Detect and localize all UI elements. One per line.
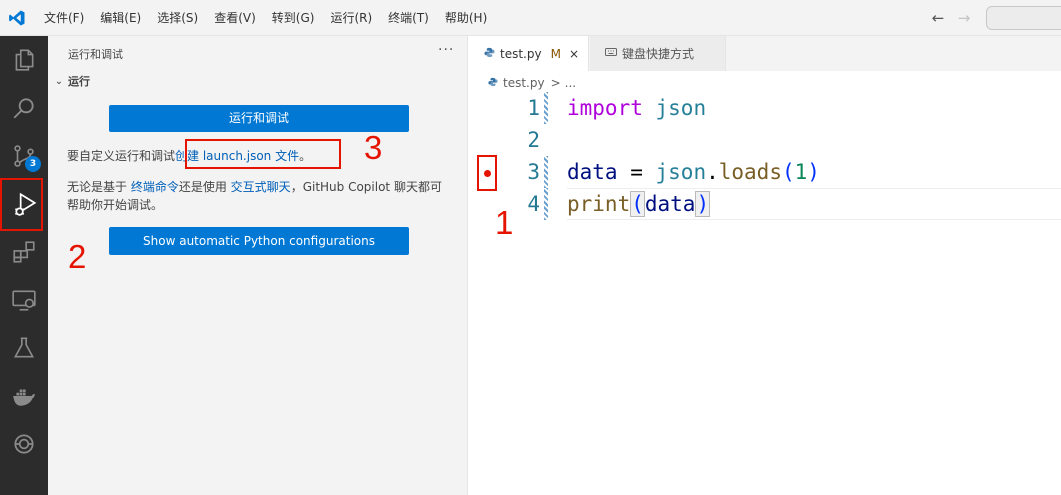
more-actions-icon[interactable]: ··· xyxy=(438,42,454,58)
code-text: print(data) xyxy=(567,188,711,220)
code-line[interactable]: 3 data = json.loads(1) xyxy=(468,156,1061,188)
code-text: data = json.loads(1) xyxy=(567,156,820,188)
copilot-hint-text-b: 还是使用 xyxy=(178,180,231,194)
keyboard-icon xyxy=(604,47,618,60)
code-token: = xyxy=(617,160,656,184)
title-bar: 文件(F) 编辑(E) 选择(S) 查看(V) 转到(G) 运行(R) 终端(T… xyxy=(0,0,1061,36)
code-token: data xyxy=(567,160,618,184)
breadcrumb: test.py > ... xyxy=(468,72,576,94)
command-center-search[interactable] xyxy=(986,6,1061,30)
line-number: 2 xyxy=(527,128,540,152)
code-line[interactable]: 4 print(data) xyxy=(468,188,1061,220)
chevron-down-icon: ⌄ xyxy=(54,75,64,87)
menu-bar: 文件(F) 编辑(E) 选择(S) 查看(V) 转到(G) 运行(R) 终端(T… xyxy=(36,0,495,36)
copilot-icon xyxy=(14,434,34,454)
line-number: 3 xyxy=(527,160,540,184)
search-icon xyxy=(13,98,34,119)
run-debug-sidebar: 运行和调试 ··· ⌄ 运行 运行和调试 要自定义运行和调试创建 launch.… xyxy=(48,36,468,495)
annotation-number-1: 1 xyxy=(495,204,514,241)
menu-help[interactable]: 帮助(H) xyxy=(437,6,495,30)
code-text: import json xyxy=(567,92,706,124)
breadcrumb-symbols[interactable]: ... xyxy=(565,76,576,90)
code-token: loads xyxy=(718,160,782,184)
code-token: json xyxy=(655,160,707,184)
tab-keyboard-shortcuts-label: 键盘快捷方式 xyxy=(622,47,695,61)
testing-flask-icon xyxy=(13,337,35,358)
vscode-window: 文件(F) 编辑(E) 选择(S) 查看(V) 转到(G) 运行(R) 终端(T… xyxy=(0,0,1061,495)
code-token: . xyxy=(706,160,719,184)
line-change-marker xyxy=(544,156,548,188)
run-and-debug-button[interactable]: 运行和调试 xyxy=(109,105,409,132)
code-token: print xyxy=(567,192,631,216)
extensions-icon xyxy=(13,241,35,263)
customize-hint-text: 要自定义运行和调试 xyxy=(67,149,176,163)
code-line[interactable]: 1 import json xyxy=(468,92,1061,124)
menu-go[interactable]: 转到(G) xyxy=(264,6,323,30)
terminal-command-link[interactable]: 终端命令 xyxy=(131,180,179,194)
code-token: ( xyxy=(630,191,645,217)
annotation-number-2: 2 xyxy=(68,238,87,275)
run-section-header[interactable]: ⌄ 运行 xyxy=(52,72,90,90)
copilot-hint-text-a: 无论是基于 xyxy=(67,180,131,194)
breadcrumb-separator: > xyxy=(550,76,561,90)
remote-explorer-icon xyxy=(12,290,36,311)
copilot-hint: 无论是基于 终端命令还是使用 交互式聊天，GitHub Copilot 聊天都可… xyxy=(67,178,452,214)
activity-bar: 3 xyxy=(0,36,48,495)
nav-back-icon[interactable]: ← xyxy=(929,8,947,28)
menu-selection[interactable]: 选择(S) xyxy=(149,6,206,30)
code-token: 1 xyxy=(794,160,808,184)
menu-view[interactable]: 查看(V) xyxy=(206,6,264,30)
annotation-box-launch-link xyxy=(185,139,341,169)
code-token: data xyxy=(644,192,696,216)
interactive-chat-link[interactable]: 交互式聊天 xyxy=(231,180,291,194)
annotation-number-3: 3 xyxy=(364,129,383,166)
menu-run[interactable]: 运行(R) xyxy=(322,6,380,30)
vscode-logo-icon xyxy=(9,10,25,26)
testing-button[interactable] xyxy=(0,324,48,372)
source-control-button[interactable] xyxy=(0,132,48,180)
close-tab-icon[interactable]: × xyxy=(569,47,579,61)
tab-keyboard-shortcuts[interactable]: 键盘快捷方式 xyxy=(590,36,726,71)
remote-explorer-button[interactable] xyxy=(0,276,48,324)
code-line[interactable]: 2 xyxy=(468,124,1061,156)
nav-forward-icon[interactable]: → xyxy=(955,8,973,28)
code-token: import xyxy=(567,96,643,120)
explorer-button[interactable] xyxy=(0,36,48,84)
modified-indicator: M xyxy=(550,46,561,61)
line-number: 1 xyxy=(527,96,540,120)
breakpoint-dot-icon[interactable] xyxy=(484,170,491,177)
copilot-button[interactable] xyxy=(0,420,48,468)
code-token: ) xyxy=(695,191,711,217)
extensions-button[interactable] xyxy=(0,228,48,276)
python-file-icon xyxy=(482,47,496,61)
editor-tabs: test.py M × 键盘快捷方式 xyxy=(468,36,1061,71)
code-token: ( xyxy=(781,160,795,184)
run-section-label: 运行 xyxy=(68,75,90,88)
sidebar-title: 运行和调试 xyxy=(68,48,123,61)
editor-area: test.py M × 键盘快捷方式 test.py > ... 1 impor… xyxy=(468,36,1061,495)
code-token: json xyxy=(655,96,707,120)
search-button[interactable] xyxy=(0,84,48,132)
tab-test-py[interactable]: test.py M × xyxy=(468,36,589,71)
annotation-box-run-debug xyxy=(0,178,43,231)
menu-file[interactable]: 文件(F) xyxy=(36,6,92,30)
files-icon xyxy=(15,49,34,71)
tab-test-py-label: test.py xyxy=(500,46,542,61)
docker-button[interactable] xyxy=(0,372,48,420)
source-control-badge: 3 xyxy=(25,156,41,172)
breadcrumb-file[interactable]: test.py xyxy=(503,76,545,90)
menu-edit[interactable]: 编辑(E) xyxy=(92,6,149,30)
line-change-marker xyxy=(544,188,548,220)
python-file-icon xyxy=(488,77,498,90)
menu-terminal[interactable]: 终端(T) xyxy=(380,6,437,30)
show-python-configs-button[interactable]: Show automatic Python configurations xyxy=(109,227,409,255)
code-token: ) xyxy=(807,160,820,184)
docker-icon xyxy=(13,389,35,406)
line-change-marker xyxy=(544,92,548,124)
